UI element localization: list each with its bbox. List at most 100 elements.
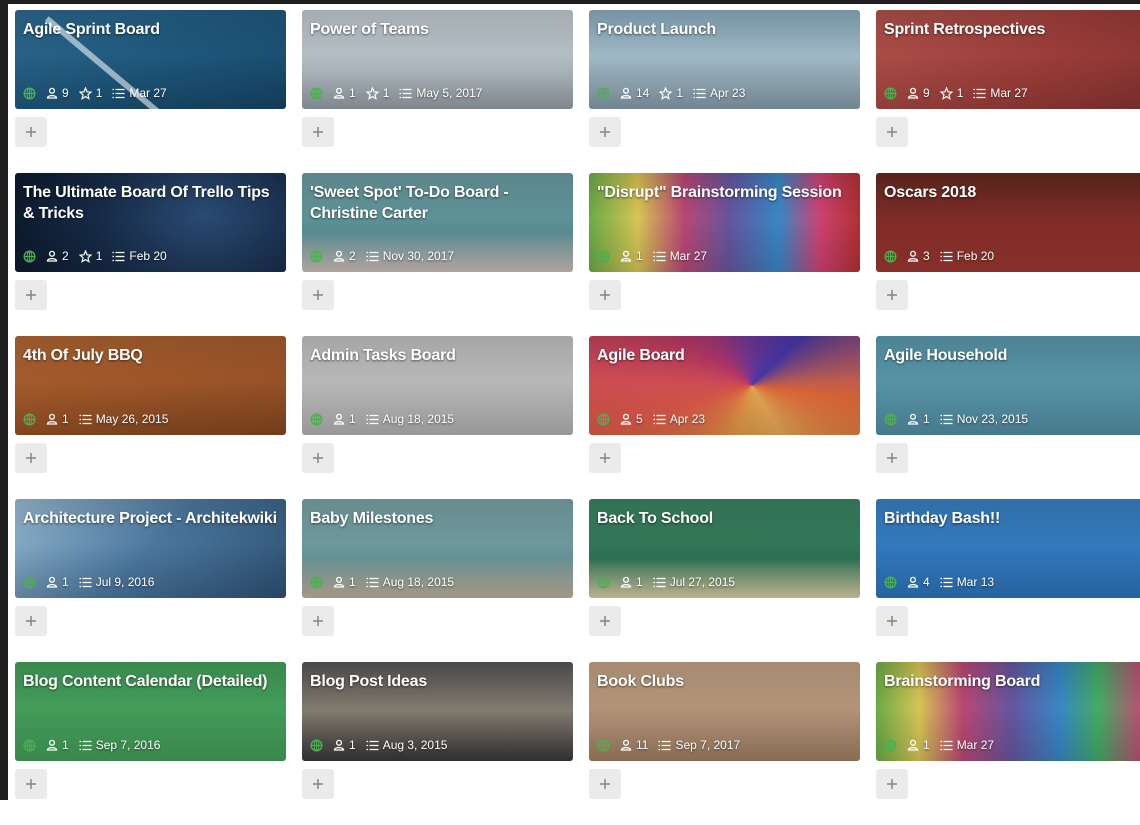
board-tile[interactable]: Agile Household 1 Nov 23, 2015 xyxy=(876,336,1140,435)
add-board-button[interactable] xyxy=(302,280,334,310)
list-icon xyxy=(653,577,666,588)
last-activity-date: Apr 23 xyxy=(669,412,706,426)
person-icon xyxy=(907,250,919,262)
board-card: "Disrupt" Brainstorming Session 1 Mar 27 xyxy=(589,173,860,336)
member-count-value: 3 xyxy=(923,249,930,263)
board-tile[interactable]: Power of Teams 1 1 May 5, 2017 xyxy=(302,10,573,109)
board-tile[interactable]: The Ultimate Board Of Trello Tips & Tric… xyxy=(15,173,286,272)
board-meta: 1 Nov 23, 2015 xyxy=(884,412,1028,426)
add-board-button[interactable] xyxy=(15,280,47,310)
plus-icon xyxy=(599,126,611,138)
person-icon xyxy=(907,87,919,99)
board-tile[interactable]: Brainstorming Board 1 Mar 27 xyxy=(876,662,1140,761)
plus-icon xyxy=(599,615,611,627)
star-count-value: 1 xyxy=(956,86,964,100)
list-icon xyxy=(653,414,666,425)
member-count-value: 1 xyxy=(62,575,69,589)
board-tile[interactable]: Agile Board 5 Apr 23 xyxy=(589,336,860,435)
board-tile[interactable]: Agile Sprint Board 9 1 Mar 27 xyxy=(15,10,286,109)
board-meta: 1 Sep 7, 2016 xyxy=(23,738,160,752)
add-board-button[interactable] xyxy=(589,117,621,147)
add-board-button[interactable] xyxy=(302,443,334,473)
person-icon xyxy=(907,739,919,751)
board-title: Power of Teams xyxy=(310,21,429,38)
list-icon xyxy=(693,88,706,99)
board-meta: 1 Aug 3, 2015 xyxy=(310,738,447,752)
last-activity-date: Feb 20 xyxy=(956,249,995,263)
board-tile[interactable]: Back To School 1 Jul 27, 2015 xyxy=(589,499,860,598)
add-board-button[interactable] xyxy=(302,769,334,799)
board-title: Architecture Project - Architekwiki xyxy=(23,510,277,527)
plus-icon xyxy=(886,778,898,790)
add-board-button[interactable] xyxy=(876,117,908,147)
plus-icon xyxy=(25,615,37,627)
globe-icon xyxy=(884,738,897,752)
globe-icon xyxy=(597,412,610,426)
board-meta: 3 Feb 20 xyxy=(884,249,994,263)
board-tile[interactable]: Book Clubs 11 Sep 7, 2017 xyxy=(589,662,860,761)
person-icon xyxy=(620,87,632,99)
add-board-button[interactable] xyxy=(589,443,621,473)
last-activity: Mar 27 xyxy=(653,249,707,263)
add-board-button[interactable] xyxy=(15,117,47,147)
board-tile[interactable]: Blog Post Ideas 1 Aug 3, 2015 xyxy=(302,662,573,761)
add-board-button[interactable] xyxy=(302,117,334,147)
star-count: 1 xyxy=(939,86,964,100)
add-board-button[interactable] xyxy=(15,769,47,799)
board-card: Sprint Retrospectives 9 1 Mar 27 xyxy=(876,10,1140,173)
board-card: Baby Milestones 1 Aug 18, 2015 xyxy=(302,499,573,662)
board-tile[interactable]: Product Launch 14 1 Apr 23 xyxy=(589,10,860,109)
board-tile[interactable]: 4th Of July BBQ 1 May 26, 2015 xyxy=(15,336,286,435)
board-title: Agile Board xyxy=(597,347,685,364)
list-icon xyxy=(366,740,379,751)
board-title: Sprint Retrospectives xyxy=(884,21,1046,38)
member-count-value: 1 xyxy=(923,412,930,426)
board-card: Agile Household 1 Nov 23, 2015 xyxy=(876,336,1140,499)
last-activity: Mar 13 xyxy=(940,575,994,589)
star-count-value: 1 xyxy=(95,249,103,263)
last-activity: Jul 27, 2015 xyxy=(653,575,735,589)
board-tile[interactable]: Sprint Retrospectives 9 1 Mar 27 xyxy=(876,10,1140,109)
last-activity-date: Aug 18, 2015 xyxy=(382,575,455,589)
add-board-button[interactable] xyxy=(876,280,908,310)
board-tile[interactable]: Birthday Bash!! 4 Mar 13 xyxy=(876,499,1140,598)
last-activity-date: Nov 30, 2017 xyxy=(382,249,455,263)
board-tile[interactable]: "Disrupt" Brainstorming Session 1 Mar 27 xyxy=(589,173,860,272)
add-board-button[interactable] xyxy=(589,606,621,636)
add-board-button[interactable] xyxy=(589,280,621,310)
board-card: Power of Teams 1 1 May 5, 2017 xyxy=(302,10,573,173)
member-count-value: 1 xyxy=(636,575,643,589)
board-tile[interactable]: Admin Tasks Board 1 Aug 18, 2015 xyxy=(302,336,573,435)
globe-icon xyxy=(597,575,610,589)
board-tile[interactable]: 'Sweet Spot' To-Do Board - Christine Car… xyxy=(302,173,573,272)
board-tile[interactable]: Blog Content Calendar (Detailed) 1 Sep 7, … xyxy=(15,662,286,761)
last-activity: Mar 27 xyxy=(940,738,994,752)
globe-icon xyxy=(884,86,897,100)
last-activity-date: Nov 23, 2015 xyxy=(956,412,1029,426)
plus-icon xyxy=(312,289,324,301)
add-board-button[interactable] xyxy=(876,769,908,799)
add-board-button[interactable] xyxy=(15,606,47,636)
globe-icon xyxy=(884,412,897,426)
member-count: 1 xyxy=(907,738,930,752)
board-title: Admin Tasks Board xyxy=(310,347,456,364)
member-count-value: 1 xyxy=(636,249,643,263)
add-board-button[interactable] xyxy=(876,606,908,636)
star-icon xyxy=(659,86,673,100)
add-board-button[interactable] xyxy=(302,606,334,636)
board-card: Oscars 2018 3 Feb 20 xyxy=(876,173,1140,336)
last-activity: Aug 18, 2015 xyxy=(366,412,454,426)
member-count-value: 2 xyxy=(349,249,356,263)
plus-icon xyxy=(25,126,37,138)
board-card: 'Sweet Spot' To-Do Board - Christine Car… xyxy=(302,173,573,336)
add-board-button[interactable] xyxy=(876,443,908,473)
board-tile[interactable]: Architecture Project - Architekwiki 1 Jul … xyxy=(15,499,286,598)
board-title: 4th Of July BBQ xyxy=(23,347,143,364)
add-board-button[interactable] xyxy=(15,443,47,473)
star-icon xyxy=(78,86,92,100)
board-tile[interactable]: Oscars 2018 3 Feb 20 xyxy=(876,173,1140,272)
last-activity: Aug 18, 2015 xyxy=(366,575,454,589)
board-tile[interactable]: Baby Milestones 1 Aug 18, 2015 xyxy=(302,499,573,598)
add-board-button[interactable] xyxy=(589,769,621,799)
board-card: Admin Tasks Board 1 Aug 18, 2015 xyxy=(302,336,573,499)
